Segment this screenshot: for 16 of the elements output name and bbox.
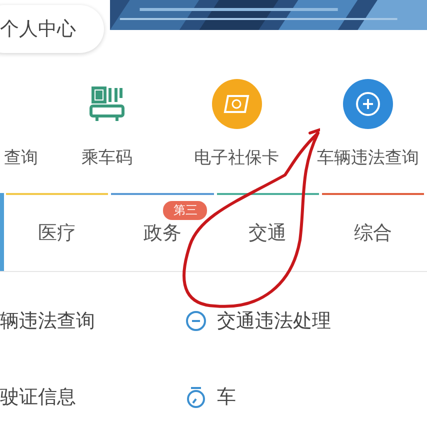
shortcut-label[interactable]: 电子社保卡 [194, 146, 279, 169]
insurance-card-icon[interactable] [212, 79, 262, 129]
shortcut-label[interactable]: 乘车码 [82, 146, 132, 169]
stopwatch-icon [185, 386, 207, 408]
category-tab[interactable]: 医疗 [6, 193, 108, 271]
service-link[interactable]: 辆违法查询 [0, 308, 95, 334]
bus-code-icon[interactable] [87, 84, 127, 124]
service-link[interactable]: 驶证信息 [0, 384, 76, 410]
shortcut-label[interactable]: 车辆违法查询 [317, 146, 419, 169]
tab-badge: 第三 [163, 201, 208, 220]
category-tab[interactable]: 交通 [216, 193, 319, 271]
service-link[interactable]: 车 [217, 384, 236, 410]
shortcut-label[interactable]: 查询 [4, 146, 38, 169]
category-tab[interactable]: 综合 [322, 193, 424, 271]
personal-center-button[interactable]: 个人中心 [0, 5, 104, 53]
service-link[interactable]: 交通违法处理 [217, 308, 331, 334]
